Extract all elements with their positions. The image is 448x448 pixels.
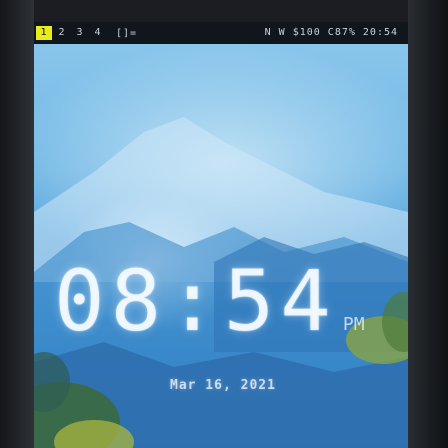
lockscreen-clock: 08:54 PM [54, 252, 365, 350]
status-bar: 1 2 3 4 []= N W $100 C87% 20:54 [34, 22, 408, 44]
lockscreen-date: Mar 16, 2021 [170, 378, 276, 393]
workspace-tag-1[interactable]: 1 [36, 26, 52, 40]
workspace-tag-4[interactable]: 4 [90, 26, 106, 40]
clock-time: 08:54 [54, 252, 337, 350]
device-bezel-left [0, 0, 34, 448]
status-text: N W $100 C87% 20:54 [264, 27, 398, 38]
clock-ampm: PM [342, 314, 365, 335]
device-bezel-right [408, 0, 448, 448]
workspace-tag-2[interactable]: 2 [54, 26, 70, 40]
workspace-tag-3[interactable]: 3 [72, 26, 88, 40]
layout-indicator[interactable]: []= [116, 28, 137, 39]
